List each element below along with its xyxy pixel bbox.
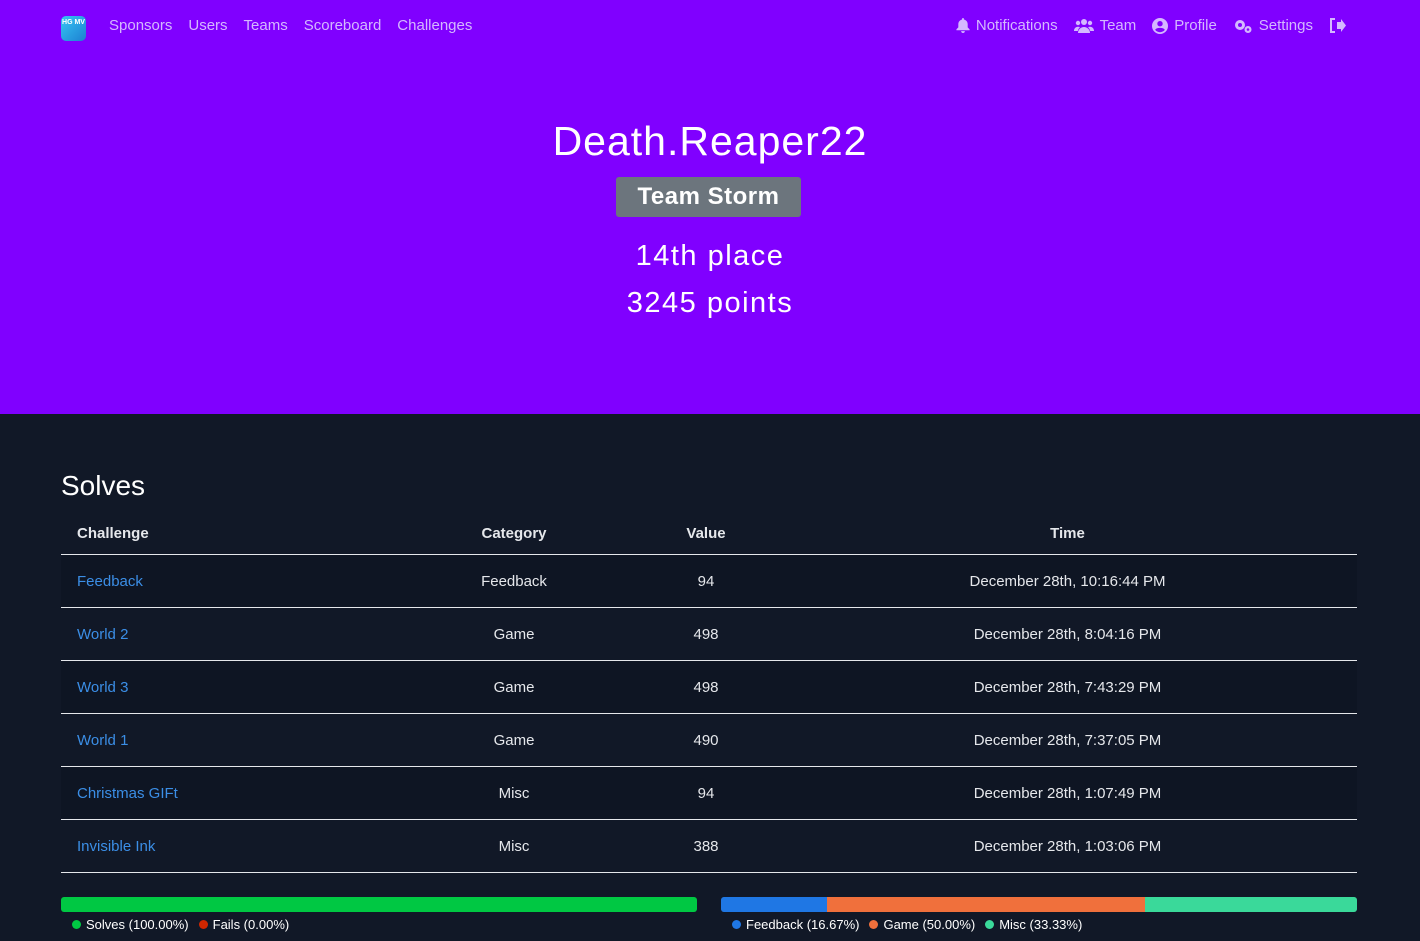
value-cell: 498	[634, 607, 778, 661]
nav-settings[interactable]: Settings	[1225, 17, 1321, 34]
challenge-link[interactable]: World 3	[77, 679, 128, 696]
category-legend-label: Feedback (16.67%)	[746, 917, 860, 932]
solves-heading: Solves	[61, 470, 146, 501]
solve-bar-segment	[61, 897, 697, 912]
time-cell: December 28th, 7:43:29 PM	[778, 660, 1357, 714]
table-row: Christmas GIFt Misc 94 December 28th, 1:…	[61, 766, 1357, 820]
nav-scoreboard[interactable]: Scoreboard	[296, 17, 390, 34]
value-cell: 94	[634, 554, 778, 608]
category-cell: Game	[394, 713, 634, 767]
category-legend-item[interactable]: Feedback (16.67%)	[732, 917, 859, 932]
user-points: 3245 points	[626, 287, 794, 319]
solves-table: Challenge Category Value Time Feedback F…	[61, 512, 1357, 873]
solve-legend-item[interactable]: Fails (0.00%)	[198, 917, 290, 932]
bell-icon	[956, 18, 970, 33]
table-row: World 2 Game 498 December 28th, 8:04:16 …	[61, 607, 1357, 661]
category-legend-dot	[869, 920, 879, 929]
challenge-link[interactable]: Feedback	[77, 573, 143, 590]
value-cell: 388	[634, 819, 778, 873]
category-legend-item[interactable]: Misc (33.33%)	[985, 917, 1082, 932]
category-legend-label: Misc (33.33%)	[999, 917, 1083, 932]
time-cell: December 28th, 1:07:49 PM	[778, 766, 1357, 820]
team-badge[interactable]: Team Storm	[616, 177, 801, 217]
nav-notifications[interactable]: Notifications	[948, 17, 1066, 34]
challenge-link[interactable]: World 1	[77, 732, 128, 749]
nav-sponsors[interactable]: Sponsors	[101, 17, 180, 34]
user-circle-icon	[1152, 17, 1169, 34]
col-category-header: Category	[394, 512, 634, 555]
category-legend-item[interactable]: Game (50.00%)	[869, 917, 975, 932]
solve-legend-dot	[72, 920, 81, 929]
col-time-header: Time	[778, 512, 1357, 555]
category-legend-dot	[732, 920, 741, 929]
nav-left: Sponsors Users Teams Scoreboard Challeng…	[101, 17, 480, 34]
category-bar-segment	[827, 897, 1146, 912]
nav-right: Notifications Team Profile Settings	[948, 17, 1354, 34]
challenge-link[interactable]: Christmas GIFt	[77, 785, 178, 802]
category-breakdown-bar	[721, 897, 1357, 912]
nav-settings-label: Settings	[1258, 17, 1313, 34]
table-row: World 3 Game 498 December 28th, 7:43:29 …	[61, 660, 1357, 714]
category-cell: Game	[394, 607, 634, 661]
time-cell: December 28th, 8:04:16 PM	[778, 607, 1357, 661]
solve-percentage-bar	[61, 897, 697, 912]
nav-profile-label: Profile	[1174, 17, 1217, 34]
col-value-header: Value	[634, 512, 778, 555]
user-place: 14th place	[635, 240, 785, 272]
table-row: Feedback Feedback 94 December 28th, 10:1…	[61, 554, 1357, 608]
table-row: Invisible Ink Misc 388 December 28th, 1:…	[61, 819, 1357, 873]
value-cell: 498	[634, 660, 778, 714]
category-cell: Game	[394, 660, 634, 714]
nav-users[interactable]: Users	[180, 17, 235, 34]
solve-legend-label: Fails (0.00%)	[212, 917, 290, 932]
challenge-link[interactable]: World 2	[77, 626, 128, 643]
nav-team[interactable]: Team	[1066, 17, 1145, 34]
solve-legend-dot	[198, 920, 208, 929]
table-row: World 1 Game 490 December 28th, 7:37:05 …	[61, 713, 1357, 767]
time-cell: December 28th, 10:16:44 PM	[778, 554, 1357, 608]
time-cell: December 28th, 1:03:06 PM	[778, 819, 1357, 873]
site-logo[interactable]: HG MV	[61, 16, 86, 41]
solve-percentage-legend: Solves (100.00%) Fails (0.00%)	[72, 917, 289, 932]
solve-legend-item[interactable]: Solves (100.00%)	[72, 917, 189, 932]
nav-notifications-label: Notifications	[975, 17, 1058, 34]
category-bar-segment	[1145, 897, 1357, 912]
category-bar-segment	[721, 897, 828, 912]
challenge-link[interactable]: Invisible Ink	[77, 838, 155, 855]
solve-legend-label: Solves (100.00%)	[86, 917, 189, 932]
cogs-icon	[1234, 19, 1252, 33]
logout-icon	[1330, 18, 1346, 33]
col-challenge-header: Challenge	[61, 512, 394, 555]
nav-profile[interactable]: Profile	[1144, 17, 1225, 34]
nav-challenges[interactable]: Challenges	[389, 17, 480, 34]
profile-jumbotron: HG MV Sponsors Users Teams Scoreboard Ch…	[0, 0, 1420, 414]
navbar: HG MV Sponsors Users Teams Scoreboard Ch…	[0, 0, 1420, 56]
users-icon	[1073, 19, 1094, 33]
category-cell: Misc	[394, 819, 634, 873]
nav-logout[interactable]	[1321, 17, 1354, 34]
category-breakdown-legend: Feedback (16.67%) Game (50.00%) Misc (33.3…	[732, 917, 1082, 932]
value-cell: 94	[634, 766, 778, 820]
category-legend-label: Game (50.00%)	[883, 917, 976, 932]
category-cell: Feedback	[394, 554, 634, 608]
category-cell: Misc	[394, 766, 634, 820]
solves-header-row: Challenge Category Value Time	[61, 512, 1357, 555]
value-cell: 490	[634, 713, 778, 767]
user-name: Death.Reaper22	[552, 118, 868, 164]
time-cell: December 28th, 7:37:05 PM	[778, 713, 1357, 767]
nav-team-label: Team	[1099, 17, 1137, 34]
nav-teams[interactable]: Teams	[236, 17, 296, 34]
category-legend-dot	[985, 920, 995, 929]
